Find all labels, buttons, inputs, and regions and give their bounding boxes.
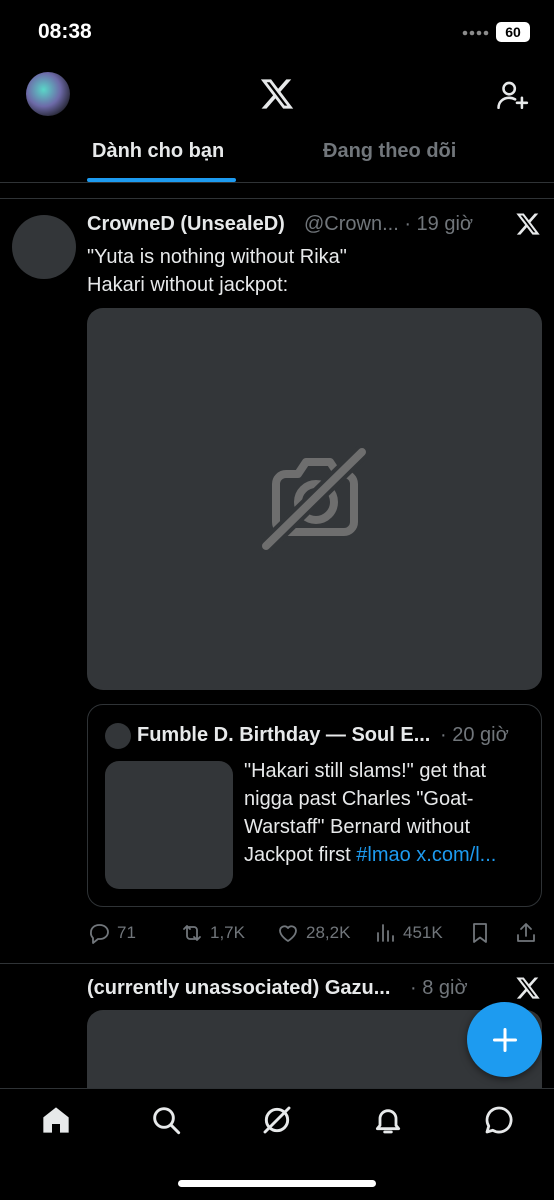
image-off-icon (262, 446, 368, 552)
like-count: 28,2K (306, 923, 351, 942)
repost-icon (183, 925, 201, 941)
reply-count: 71 (117, 923, 136, 942)
post-text: "Yuta is nothing without Rika" Hakari wi… (87, 243, 347, 299)
url-link[interactable]: x.com/l... (411, 844, 496, 866)
views-button[interactable]: 451K (373, 918, 443, 948)
quoted-author-name: Fumble D. Birthday — Soul E... (137, 724, 431, 746)
signal-icon (462, 30, 489, 36)
post-time: · 8 giờ (410, 977, 468, 999)
search-icon[interactable] (150, 1104, 182, 1136)
messages-icon[interactable] (483, 1104, 515, 1136)
view-count: 451K (403, 923, 443, 942)
feed-divider (0, 198, 554, 199)
compose-button[interactable] (467, 1002, 542, 1077)
post-author-name[interactable]: (currently unassociated) Gazu... (87, 977, 390, 1000)
status-time: 08:38 (38, 20, 92, 43)
views-icon (377, 924, 394, 942)
tab-following[interactable]: Đang theo dõi (323, 140, 456, 163)
quoted-post-text: "Hakari still slams!" get that nigga pas… (244, 757, 534, 869)
quoted-media-thumbnail (105, 761, 233, 889)
battery-indicator: 60 (496, 22, 530, 42)
tab-for-you[interactable]: Dành cho bạn (92, 140, 224, 163)
x-logo-icon (260, 79, 294, 109)
grok-icon[interactable] (261, 1104, 293, 1136)
x-logo-icon[interactable] (514, 211, 542, 237)
add-user-icon[interactable] (495, 78, 529, 112)
quoted-author-avatar (105, 723, 131, 749)
post-text-line: "Yuta is nothing without Rika" (87, 246, 347, 268)
share-icon (517, 923, 535, 942)
like-icon (279, 925, 297, 942)
bookmark-icon (473, 923, 487, 943)
post-text-line: Hakari without jackpot: (87, 274, 289, 296)
post-divider (0, 963, 554, 964)
post-handle-time: @Crown... · 19 giờ (304, 213, 474, 235)
like-button[interactable]: 28,2K (276, 918, 350, 948)
reply-icon (90, 924, 109, 944)
home-icon[interactable] (40, 1104, 72, 1136)
header-divider (0, 182, 554, 183)
hashtag-link[interactable]: #lmao (356, 844, 410, 866)
profile-avatar[interactable] (26, 72, 70, 116)
x-logo-icon[interactable] (514, 975, 542, 1001)
bookmark-button[interactable] (468, 918, 498, 948)
post-author-avatar[interactable] (12, 215, 76, 279)
share-button[interactable] (514, 918, 544, 948)
reply-button[interactable]: 71 (87, 918, 136, 948)
post-author-name[interactable]: CrowneD (UnsealeD) (87, 213, 285, 236)
repost-button[interactable]: 1,7K (180, 918, 245, 948)
bell-icon[interactable] (372, 1104, 404, 1136)
plus-icon (492, 1027, 517, 1052)
home-indicator (178, 1180, 376, 1187)
repost-count: 1,7K (210, 923, 245, 942)
quoted-post-time: · 20 giờ (440, 724, 509, 746)
